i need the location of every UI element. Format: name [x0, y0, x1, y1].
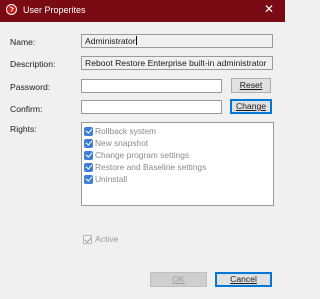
change-button-label: Change: [235, 101, 267, 111]
ok-button-label: OK: [172, 274, 185, 284]
password-label: Password:: [10, 82, 51, 92]
right-label: New snapshot: [95, 138, 149, 148]
right-label: Rollback system: [95, 126, 156, 136]
checkbox-checked-icon[interactable]: [84, 150, 93, 160]
cancel-button[interactable]: Cancel: [215, 272, 272, 287]
ok-button[interactable]: OK: [150, 272, 207, 287]
change-button[interactable]: Change: [230, 99, 272, 114]
checkbox-checked-icon[interactable]: [84, 174, 93, 184]
right-label: Uninstall: [95, 174, 128, 184]
confirm-label: Confirm:: [10, 104, 43, 114]
checkbox-checked-icon[interactable]: [84, 126, 93, 136]
password-field[interactable]: [81, 79, 222, 93]
name-label: Name:: [10, 37, 36, 47]
right-item-uninstall[interactable]: Uninstall: [84, 173, 271, 185]
active-label: Active: [95, 234, 119, 244]
rights-list[interactable]: Rollback system New snapshot Change prog…: [81, 122, 274, 206]
reset-button-label: Reset: [239, 80, 263, 90]
right-item-restore-baseline-settings[interactable]: Restore and Baseline settings: [84, 161, 271, 173]
description-field[interactable]: Reboot Restore Enterprise built-in admin…: [81, 56, 273, 70]
reboot-restore-icon: [6, 4, 17, 15]
checkbox-checked-icon[interactable]: [84, 162, 93, 172]
rights-label: Rights:: [10, 124, 37, 134]
name-field[interactable]: Administrator: [81, 34, 273, 48]
text-caret: [135, 36, 137, 45]
right-item-rollback-system[interactable]: Rollback system: [84, 125, 271, 137]
right-label: Change program settings: [95, 150, 190, 160]
confirm-field[interactable]: [81, 100, 222, 114]
right-label: Restore and Baseline settings: [95, 162, 207, 172]
reset-button[interactable]: Reset: [231, 78, 271, 93]
window-title: User Properites: [23, 5, 86, 15]
description-label: Description:: [10, 59, 56, 69]
cancel-button-label: Cancel: [230, 274, 257, 284]
checkbox-disabled-icon[interactable]: [83, 234, 92, 244]
active-checkbox-row[interactable]: Active: [83, 234, 118, 244]
title-bar[interactable]: User Properites ✕: [0, 0, 285, 22]
name-value: Administrator: [85, 36, 136, 46]
close-icon[interactable]: ✕: [264, 3, 274, 15]
right-item-new-snapshot[interactable]: New snapshot: [84, 137, 271, 149]
checkbox-checked-icon[interactable]: [84, 138, 93, 148]
right-item-change-program-settings[interactable]: Change program settings: [84, 149, 271, 161]
